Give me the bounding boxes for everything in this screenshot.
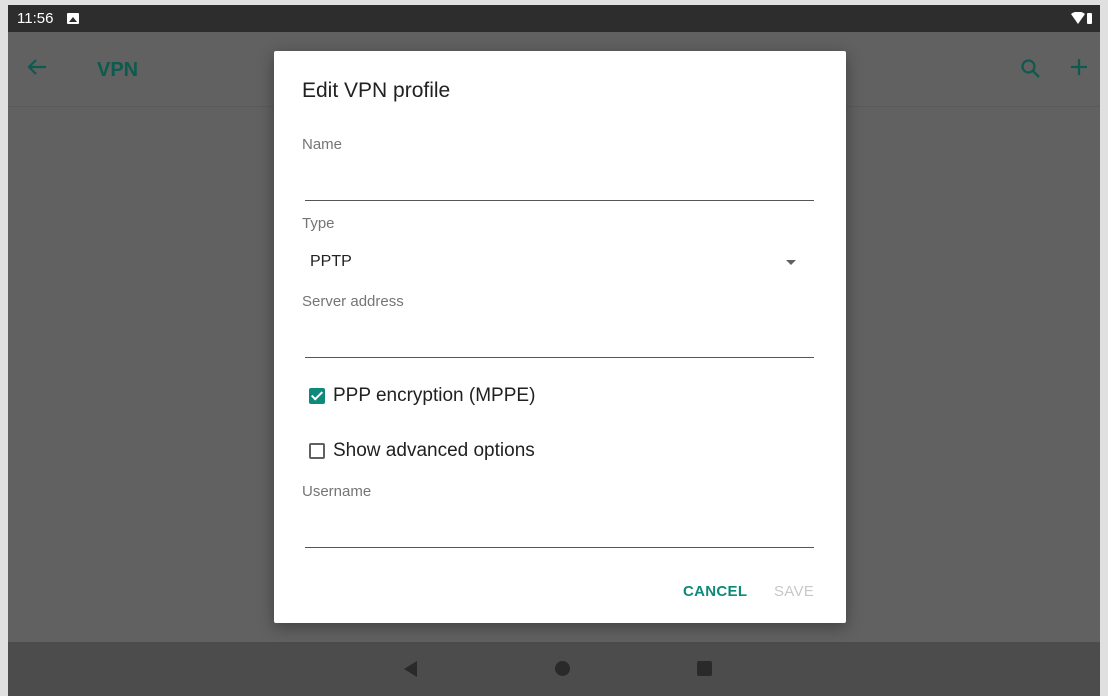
status-time: 11:56 bbox=[17, 10, 54, 27]
type-label: Type bbox=[302, 215, 335, 232]
dropdown-arrow-icon[interactable] bbox=[786, 260, 796, 265]
server-address-field[interactable] bbox=[305, 357, 814, 358]
mppe-checkbox[interactable] bbox=[309, 388, 325, 404]
dialog-title: Edit VPN profile bbox=[302, 79, 451, 102]
mppe-checkbox-row[interactable]: PPP encryption (MPPE) bbox=[309, 384, 535, 408]
app-bar-title: VPN bbox=[97, 59, 139, 81]
back-arrow-icon[interactable] bbox=[26, 56, 48, 83]
nav-home-icon[interactable] bbox=[555, 661, 570, 676]
advanced-options-label[interactable]: Show advanced options bbox=[333, 440, 535, 462]
advanced-options-checkbox[interactable] bbox=[309, 443, 325, 459]
image-notification-icon bbox=[67, 13, 79, 24]
status-bar: 11:56 bbox=[8, 5, 1100, 32]
type-select-value[interactable]: PPTP bbox=[310, 253, 352, 271]
system-nav-bar bbox=[8, 642, 1100, 696]
edit-vpn-profile-dialog: Edit VPN profile Name Type PPTP Server a… bbox=[274, 51, 846, 623]
plus-icon[interactable] bbox=[1068, 56, 1090, 81]
username-label: Username bbox=[302, 483, 372, 500]
battery-icon bbox=[1087, 13, 1092, 24]
nav-recents-icon[interactable] bbox=[697, 661, 712, 676]
search-icon[interactable] bbox=[1020, 58, 1042, 85]
advanced-options-checkbox-row[interactable]: Show advanced options bbox=[309, 439, 535, 463]
wifi-icon bbox=[1071, 11, 1085, 28]
username-field[interactable] bbox=[305, 547, 814, 548]
cancel-button[interactable]: CANCEL bbox=[683, 583, 747, 600]
save-button: SAVE bbox=[774, 583, 815, 600]
server-address-label: Server address bbox=[302, 293, 404, 310]
name-field[interactable] bbox=[305, 200, 814, 201]
nav-back-icon[interactable] bbox=[404, 661, 417, 677]
mppe-label[interactable]: PPP encryption (MPPE) bbox=[333, 385, 535, 407]
name-label: Name bbox=[302, 136, 343, 153]
